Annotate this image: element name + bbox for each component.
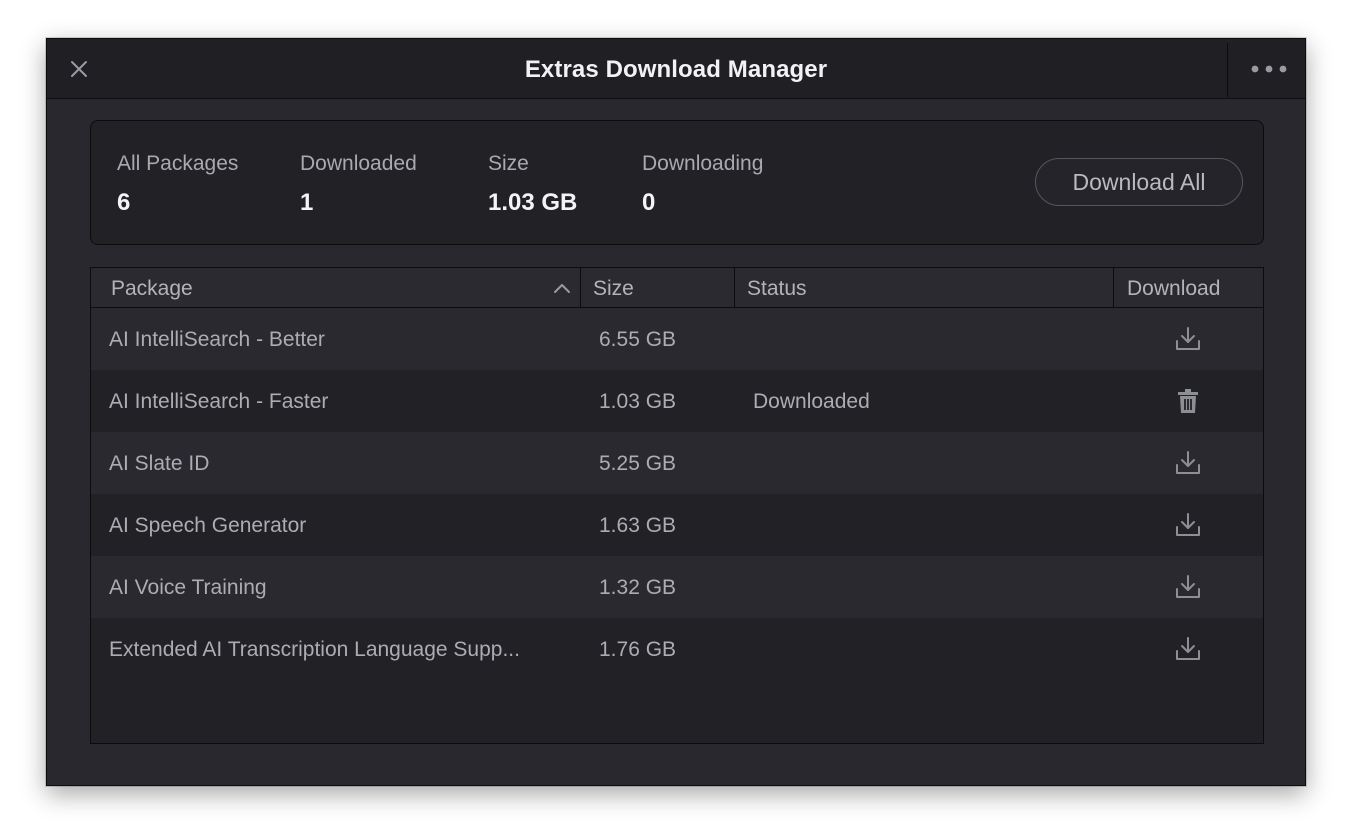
package-name: AI IntelliSearch - Better [109, 328, 325, 351]
download-button[interactable] [1174, 635, 1202, 663]
package-status: Downloaded [753, 390, 870, 413]
package-name: AI Slate ID [109, 452, 210, 475]
table-row[interactable]: AI IntelliSearch - Better 6.55 GB [91, 308, 1263, 370]
stat-value: 1.03 GB [488, 189, 578, 216]
trash-icon [1178, 389, 1198, 413]
download-button[interactable] [1174, 325, 1202, 353]
package-size: 1.63 GB [599, 514, 677, 537]
summary-panel: All Packages 6 Downloaded 1 Size 1.03 GB… [90, 120, 1264, 245]
column-divider[interactable] [1113, 268, 1114, 307]
titlebar-divider [1227, 43, 1228, 97]
download-manager-window: Extras Download Manager All Packages 6 D… [46, 38, 1306, 786]
stat-downloading: Downloading 0 [642, 151, 763, 217]
download-icon [1176, 513, 1200, 536]
packages-table: Package Size Status Download AI IntelliS… [90, 267, 1264, 744]
stat-label: Downloaded [300, 152, 417, 175]
stat-value: 6 [117, 189, 131, 216]
stat-label: All Packages [117, 152, 239, 175]
column-header-size[interactable]: Size [593, 268, 634, 307]
table-row[interactable]: AI Voice Training 1.32 GB [91, 556, 1263, 618]
stat-label: Downloading [642, 152, 764, 175]
download-button[interactable] [1174, 449, 1202, 477]
stat-downloaded: Downloaded 1 [300, 151, 417, 217]
table-row[interactable]: Extended AI Transcription Language Supp.… [91, 618, 1263, 680]
download-icon [1176, 327, 1200, 350]
column-header-package[interactable]: Package [111, 268, 193, 307]
stat-label: Size [488, 152, 529, 175]
download-icon [1176, 637, 1200, 660]
package-name: AI Speech Generator [109, 514, 307, 537]
column-divider[interactable] [734, 268, 735, 307]
download-icon [1176, 451, 1200, 474]
package-size: 1.03 GB [599, 390, 677, 413]
table-row[interactable]: AI IntelliSearch - Faster 1.03 GB Downlo… [91, 370, 1263, 432]
sort-ascending-icon[interactable] [553, 282, 571, 294]
column-header-download[interactable]: Download [1127, 268, 1220, 307]
delete-button[interactable] [1174, 387, 1202, 415]
table-row[interactable]: AI Speech Generator 1.63 GB [91, 494, 1263, 556]
column-divider[interactable] [580, 268, 581, 307]
package-size: 1.32 GB [599, 576, 677, 599]
package-size: 5.25 GB [599, 452, 677, 475]
package-name: Extended AI Transcription Language Supp.… [109, 638, 520, 661]
table-header: Package Size Status Download [91, 268, 1263, 308]
column-header-status[interactable]: Status [747, 268, 807, 307]
table-row[interactable]: AI Slate ID 5.25 GB [91, 432, 1263, 494]
more-options-button[interactable] [1247, 59, 1291, 79]
title-bar: Extras Download Manager [47, 39, 1305, 99]
package-size: 6.55 GB [599, 328, 677, 351]
stat-value: 1 [300, 189, 314, 216]
package-size: 1.76 GB [599, 638, 677, 661]
stat-size: Size 1.03 GB [488, 151, 577, 217]
more-horizontal-icon [1251, 65, 1287, 73]
window-title: Extras Download Manager [524, 56, 828, 83]
stat-all-packages: All Packages 6 [117, 151, 238, 217]
download-icon [1176, 575, 1200, 598]
download-button[interactable] [1174, 573, 1202, 601]
stat-value: 0 [642, 189, 656, 216]
package-name: AI Voice Training [109, 576, 267, 599]
download-button[interactable] [1174, 511, 1202, 539]
download-all-button[interactable]: Download All [1035, 158, 1243, 206]
package-name: AI IntelliSearch - Faster [109, 390, 329, 413]
